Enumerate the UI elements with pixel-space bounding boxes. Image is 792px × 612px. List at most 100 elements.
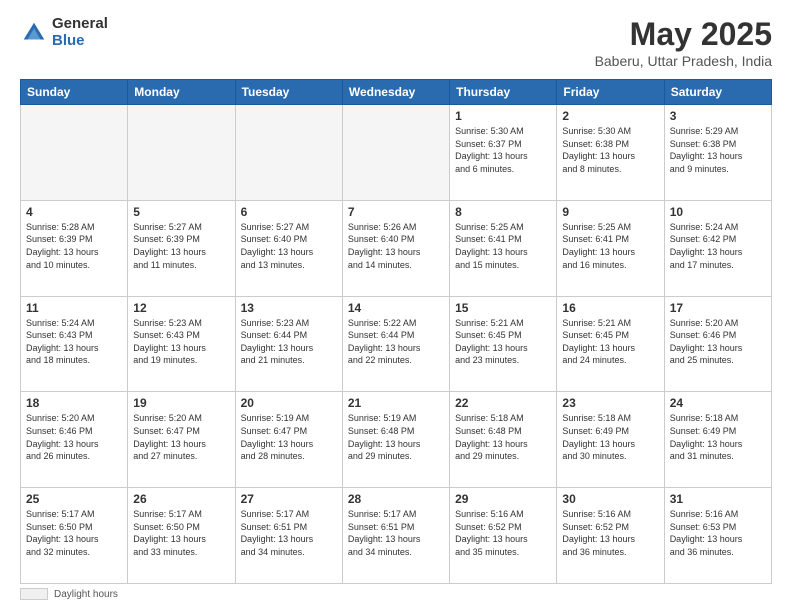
day-info: Sunrise: 5:25 AM Sunset: 6:41 PM Dayligh…	[562, 221, 658, 271]
calendar-cell: 28 Sunrise: 5:17 AM Sunset: 6:51 PM Dayli…	[342, 488, 449, 584]
day-number: 12	[133, 301, 229, 315]
calendar-cell: 19Sunrise: 5:20 AM Sunset: 6:47 PM Dayli…	[128, 392, 235, 488]
day-number: 5	[133, 205, 229, 219]
day-info: Sunrise: 5:18 AM Sunset: 6:48 PM Dayligh…	[455, 412, 551, 462]
calendar-cell: 3 Sunrise: 5:29 AM Sunset: 6:38 PM Daylig…	[664, 105, 771, 201]
day-number: 26	[133, 492, 229, 506]
col-header-wednesday: Wednesday	[342, 80, 449, 105]
day-info: Sunrise: 5:19 AM Sunset: 6:47 PM Dayligh…	[241, 412, 337, 462]
calendar-cell: 17 Sunrise: 5:20 AM Sunset: 6:46 PM Dayli…	[664, 296, 771, 392]
day-number: 18	[26, 396, 122, 410]
day-number: 29	[455, 492, 551, 506]
day-number: 31	[670, 492, 766, 506]
calendar-cell: 11 Sunrise: 5:24 AM Sunset: 6:43 PM Dayli…	[21, 296, 128, 392]
calendar-cell: 16 Sunrise: 5:21 AM Sunset: 6:45 PM Dayli…	[557, 296, 664, 392]
logo-text: General Blue	[52, 16, 108, 49]
calendar-cell: 30 Sunrise: 5:16 AM Sunset: 6:52 PM Dayli…	[557, 488, 664, 584]
calendar-week-2: 4 Sunrise: 5:28 AM Sunset: 6:39 PM Daylig…	[21, 200, 772, 296]
day-info: Sunrise: 5:20 AM Sunset: 6:46 PM Dayligh…	[670, 317, 766, 367]
col-header-tuesday: Tuesday	[235, 80, 342, 105]
calendar-cell: 8 Sunrise: 5:25 AM Sunset: 6:41 PM Daylig…	[450, 200, 557, 296]
day-number: 8	[455, 205, 551, 219]
day-info: Sunrise: 5:27 AM Sunset: 6:40 PM Dayligh…	[241, 221, 337, 271]
footer-note: Daylight hours	[20, 588, 772, 600]
title-block: May 2025 Baberu, Uttar Pradesh, India	[595, 16, 772, 69]
day-number: 30	[562, 492, 658, 506]
day-info: Sunrise: 5:17 AM Sunset: 6:50 PM Dayligh…	[26, 508, 122, 558]
calendar-cell: 20 Sunrise: 5:19 AM Sunset: 6:47 PM Dayli…	[235, 392, 342, 488]
day-number: 20	[241, 396, 337, 410]
calendar-cell: 31 Sunrise: 5:16 AM Sunset: 6:53 PM Dayli…	[664, 488, 771, 584]
day-info: Sunrise: 5:22 AM Sunset: 6:44 PM Dayligh…	[348, 317, 444, 367]
day-number: 24	[670, 396, 766, 410]
day-info: Sunrise: 5:28 AM Sunset: 6:39 PM Dayligh…	[26, 221, 122, 271]
calendar-cell: 26Sunrise: 5:17 AM Sunset: 6:50 PM Dayli…	[128, 488, 235, 584]
calendar-week-4: 18Sunrise: 5:20 AM Sunset: 6:46 PM Dayli…	[21, 392, 772, 488]
calendar-cell	[21, 105, 128, 201]
day-info: Sunrise: 5:21 AM Sunset: 6:45 PM Dayligh…	[562, 317, 658, 367]
calendar-cell: 5 Sunrise: 5:27 AM Sunset: 6:39 PM Daylig…	[128, 200, 235, 296]
calendar-cell: 9 Sunrise: 5:25 AM Sunset: 6:41 PM Daylig…	[557, 200, 664, 296]
calendar-cell: 10 Sunrise: 5:24 AM Sunset: 6:42 PM Dayli…	[664, 200, 771, 296]
day-info: Sunrise: 5:24 AM Sunset: 6:42 PM Dayligh…	[670, 221, 766, 271]
calendar-cell: 25Sunrise: 5:17 AM Sunset: 6:50 PM Dayli…	[21, 488, 128, 584]
day-info: Sunrise: 5:30 AM Sunset: 6:37 PM Dayligh…	[455, 125, 551, 175]
calendar-cell: 14 Sunrise: 5:22 AM Sunset: 6:44 PM Dayli…	[342, 296, 449, 392]
day-number: 9	[562, 205, 658, 219]
day-info: Sunrise: 5:19 AM Sunset: 6:48 PM Dayligh…	[348, 412, 444, 462]
day-number: 11	[26, 301, 122, 315]
day-number: 4	[26, 205, 122, 219]
day-number: 16	[562, 301, 658, 315]
calendar-header-row: SundayMondayTuesdayWednesdayThursdayFrid…	[21, 80, 772, 105]
subtitle: Baberu, Uttar Pradesh, India	[595, 53, 772, 69]
day-number: 13	[241, 301, 337, 315]
day-info: Sunrise: 5:16 AM Sunset: 6:52 PM Dayligh…	[562, 508, 658, 558]
day-info: Sunrise: 5:25 AM Sunset: 6:41 PM Dayligh…	[455, 221, 551, 271]
day-info: Sunrise: 5:16 AM Sunset: 6:52 PM Dayligh…	[455, 508, 551, 558]
calendar-week-5: 25Sunrise: 5:17 AM Sunset: 6:50 PM Dayli…	[21, 488, 772, 584]
calendar-week-3: 11 Sunrise: 5:24 AM Sunset: 6:43 PM Dayli…	[21, 296, 772, 392]
day-number: 28	[348, 492, 444, 506]
day-info: Sunrise: 5:21 AM Sunset: 6:45 PM Dayligh…	[455, 317, 551, 367]
day-info: Sunrise: 5:16 AM Sunset: 6:53 PM Dayligh…	[670, 508, 766, 558]
day-number: 21	[348, 396, 444, 410]
day-number: 3	[670, 109, 766, 123]
main-title: May 2025	[595, 16, 772, 53]
calendar-cell: 1 Sunrise: 5:30 AM Sunset: 6:37 PM Daylig…	[450, 105, 557, 201]
day-number: 14	[348, 301, 444, 315]
day-info: Sunrise: 5:24 AM Sunset: 6:43 PM Dayligh…	[26, 317, 122, 367]
day-number: 17	[670, 301, 766, 315]
col-header-thursday: Thursday	[450, 80, 557, 105]
day-info: Sunrise: 5:27 AM Sunset: 6:39 PM Dayligh…	[133, 221, 229, 271]
day-info: Sunrise: 5:18 AM Sunset: 6:49 PM Dayligh…	[562, 412, 658, 462]
day-number: 22	[455, 396, 551, 410]
day-info: Sunrise: 5:23 AM Sunset: 6:43 PM Dayligh…	[133, 317, 229, 367]
day-info: Sunrise: 5:20 AM Sunset: 6:47 PM Dayligh…	[133, 412, 229, 462]
day-number: 10	[670, 205, 766, 219]
day-number: 1	[455, 109, 551, 123]
calendar-cell: 29 Sunrise: 5:16 AM Sunset: 6:52 PM Dayli…	[450, 488, 557, 584]
day-info: Sunrise: 5:29 AM Sunset: 6:38 PM Dayligh…	[670, 125, 766, 175]
calendar-cell: 24 Sunrise: 5:18 AM Sunset: 6:49 PM Dayli…	[664, 392, 771, 488]
col-header-friday: Friday	[557, 80, 664, 105]
day-number: 15	[455, 301, 551, 315]
calendar-cell: 23Sunrise: 5:18 AM Sunset: 6:49 PM Dayli…	[557, 392, 664, 488]
day-number: 7	[348, 205, 444, 219]
day-info: Sunrise: 5:26 AM Sunset: 6:40 PM Dayligh…	[348, 221, 444, 271]
logo-general-text: General	[52, 16, 108, 33]
calendar-body: 1 Sunrise: 5:30 AM Sunset: 6:37 PM Daylig…	[21, 105, 772, 584]
calendar-cell: 15 Sunrise: 5:21 AM Sunset: 6:45 PM Dayli…	[450, 296, 557, 392]
logo: General Blue	[20, 16, 108, 49]
logo-blue-text: Blue	[52, 33, 108, 50]
day-info: Sunrise: 5:18 AM Sunset: 6:49 PM Dayligh…	[670, 412, 766, 462]
calendar-cell	[342, 105, 449, 201]
calendar-cell: 6Sunrise: 5:27 AM Sunset: 6:40 PM Daylig…	[235, 200, 342, 296]
day-number: 27	[241, 492, 337, 506]
day-number: 2	[562, 109, 658, 123]
calendar-cell: 4 Sunrise: 5:28 AM Sunset: 6:39 PM Daylig…	[21, 200, 128, 296]
col-header-saturday: Saturday	[664, 80, 771, 105]
calendar-cell: 12 Sunrise: 5:23 AM Sunset: 6:43 PM Dayli…	[128, 296, 235, 392]
day-info: Sunrise: 5:17 AM Sunset: 6:51 PM Dayligh…	[348, 508, 444, 558]
calendar-week-1: 1 Sunrise: 5:30 AM Sunset: 6:37 PM Daylig…	[21, 105, 772, 201]
calendar-cell	[235, 105, 342, 201]
